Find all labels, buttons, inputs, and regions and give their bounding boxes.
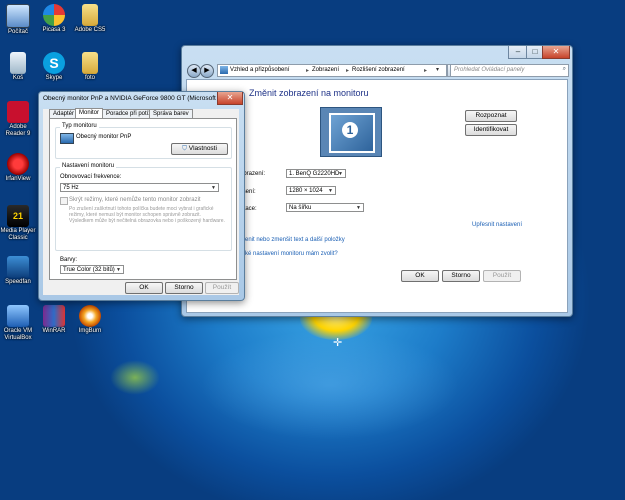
search-input[interactable]: Prohledat Ovládací panely ⌕ <box>450 64 569 77</box>
desktop-icon-picasa[interactable]: Picasa 3 <box>36 4 72 34</box>
resolution-select[interactable]: 1280 × 1024 ▼ <box>286 186 336 195</box>
colors-select[interactable]: True Color (32 bitů) ▼ <box>60 265 124 274</box>
folder-icon <box>82 4 98 26</box>
desktop-icon-skype[interactable]: S Skype <box>36 52 72 82</box>
dialog-body: Adaptér Monitor Poradce při potížích Spr… <box>43 108 239 295</box>
wallpaper-glow <box>200 330 460 440</box>
control-panel-icon <box>220 66 228 74</box>
desktop-icon-speedfan[interactable]: Speedfan <box>0 256 36 286</box>
refresh-rate-select[interactable]: 75 Hz ▼ <box>60 183 219 192</box>
close-button[interactable]: ✕ <box>217 92 243 105</box>
recycle-bin-icon <box>10 52 26 74</box>
apply-button[interactable]: Použít <box>205 282 239 294</box>
forward-button[interactable]: ▶ <box>200 64 214 78</box>
skype-icon: S <box>43 52 65 74</box>
shield-icon: ⛉ <box>182 145 189 152</box>
desktop-icon-foto[interactable]: foto <box>72 52 108 82</box>
hide-modes-checkbox[interactable] <box>60 197 68 205</box>
wallpaper-flare <box>110 360 160 395</box>
chevron-right-icon: ▸ <box>306 68 310 74</box>
desktop-icon-imgburn[interactable]: ImgBurn <box>72 305 108 335</box>
monitor-type-label: Typ monitoru <box>60 123 99 129</box>
chevron-down-icon: ▼ <box>116 267 121 273</box>
resolution-value: 1280 × 1024 <box>289 188 323 194</box>
speedfan-icon <box>7 256 29 278</box>
desktop-icon-irfanview[interactable]: IrfanView <box>0 153 36 183</box>
page-title: Změnit zobrazení na monitoru <box>249 88 369 98</box>
chevron-down-icon: ▼ <box>338 171 343 177</box>
monitor-settings-label: Nastavení monitoru <box>60 163 117 169</box>
desktop-icon-adobe-cs5[interactable]: Adobe CS5 <box>72 4 108 34</box>
chevron-down-icon: ▼ <box>328 188 333 194</box>
breadcrumb-zobrazeni[interactable]: Zobrazení <box>312 67 339 73</box>
refresh-rate-label: Obnovovací frekvence: <box>60 174 122 180</box>
monitor-number: 1 <box>342 122 358 138</box>
refresh-rate-value: 75 Hz <box>63 185 79 191</box>
monitor-type-group: Typ monitoru Obecný monitor PnP ⛉ Vlastn… <box>55 123 232 159</box>
monitor-name: Obecný monitor PnP <box>76 134 132 140</box>
ok-button[interactable]: OK <box>401 270 439 282</box>
monitor-settings-group: Nastavení monitoru Obnovovací frekvence:… <box>55 163 232 251</box>
chevron-down-icon: ▼ <box>211 185 216 191</box>
irfanview-icon <box>7 153 29 175</box>
which-settings-link[interactable]: ké nastavení monitoru mám zvolit? <box>245 251 338 257</box>
display-value: 1. BenQ G2220HD <box>289 171 340 177</box>
back-button[interactable]: ◀ <box>187 64 201 78</box>
detect-button[interactable]: Rozpoznat <box>465 110 517 122</box>
ok-button[interactable]: OK <box>125 282 163 294</box>
display-select[interactable]: 1. BenQ G2220HD ▼ <box>286 169 346 178</box>
minimize-button[interactable]: – <box>508 46 528 59</box>
monitor-icon <box>60 133 74 144</box>
properties-dialog: Obecný monitor PnP a NVIDIA GeForce 9800… <box>38 91 245 301</box>
cursor-crosshair-icon: ✛ <box>333 337 343 349</box>
desktop-icon-computer[interactable]: Počítač <box>0 4 36 36</box>
chevron-right-icon: ▸ <box>346 68 350 74</box>
properties-button[interactable]: ⛉ Vlastnosti <box>171 143 228 155</box>
virtualbox-icon <box>7 305 29 327</box>
desktop-icon-recycle-bin[interactable]: Koš <box>0 52 36 82</box>
breadcrumb-vzhled[interactable]: Vzhled a přizpůsobení <box>230 67 289 73</box>
desktop-icon-media-player[interactable]: 21 Media Player Classic <box>0 205 36 242</box>
picasa-icon <box>43 4 65 26</box>
cancel-button[interactable]: Storno <box>442 270 480 282</box>
dialog-title: Obecný monitor PnP a NVIDIA GeForce 9800… <box>43 95 223 102</box>
search-placeholder: Prohledat Ovládací panely <box>454 67 525 73</box>
orientation-value: Na šířku <box>289 205 312 211</box>
imgburn-icon <box>79 305 101 327</box>
desktop-icon-winrar[interactable]: WinRAR <box>36 305 72 335</box>
adobe-reader-icon <box>7 101 29 123</box>
hide-modes-label: Skrýt režimy, které nemůže tento monitor… <box>69 197 201 203</box>
search-icon: ⌕ <box>562 66 566 72</box>
text-size-link[interactable]: enit nebo zmenšit text a další položky <box>245 237 345 243</box>
apply-button[interactable]: Použít <box>483 270 521 282</box>
media-player-icon: 21 <box>7 205 29 227</box>
colors-value: True Color (32 bitů) <box>63 267 115 273</box>
cancel-button[interactable]: Storno <box>165 282 203 294</box>
breadcrumb-rozliseni[interactable]: Rozlišení zobrazení <box>352 67 405 73</box>
chevron-down-icon: ▼ <box>356 205 361 211</box>
winrar-icon <box>43 305 65 327</box>
desktop-icon-adobe-reader[interactable]: Adobe Reader 9 <box>0 101 36 138</box>
desktop-icon-virtualbox[interactable]: Oracle VM VirtualBox <box>0 305 36 342</box>
advanced-settings-link[interactable]: Upřesnit nastavení <box>472 222 522 228</box>
identify-button[interactable]: Identifikovat <box>465 124 517 136</box>
folder-icon <box>82 52 98 74</box>
chevron-right-icon: ▸ <box>424 68 428 74</box>
warning-text-line: Výsledkem může být nečitelná obrazovka n… <box>69 218 225 224</box>
colors-label: Barvy: <box>60 257 78 263</box>
computer-icon <box>6 4 30 28</box>
close-button[interactable]: ✕ <box>542 46 570 59</box>
chevron-down-icon[interactable]: ▾ <box>436 66 439 73</box>
orientation-select[interactable]: Na šířku ▼ <box>286 203 364 212</box>
tab-panel: Typ monitoru Obecný monitor PnP ⛉ Vlastn… <box>49 118 237 280</box>
address-bar[interactable]: Vzhled a přizpůsobení ▸ Zobrazení ▸ Rozl… <box>217 64 447 77</box>
monitor-preview[interactable]: 1 <box>320 107 382 157</box>
